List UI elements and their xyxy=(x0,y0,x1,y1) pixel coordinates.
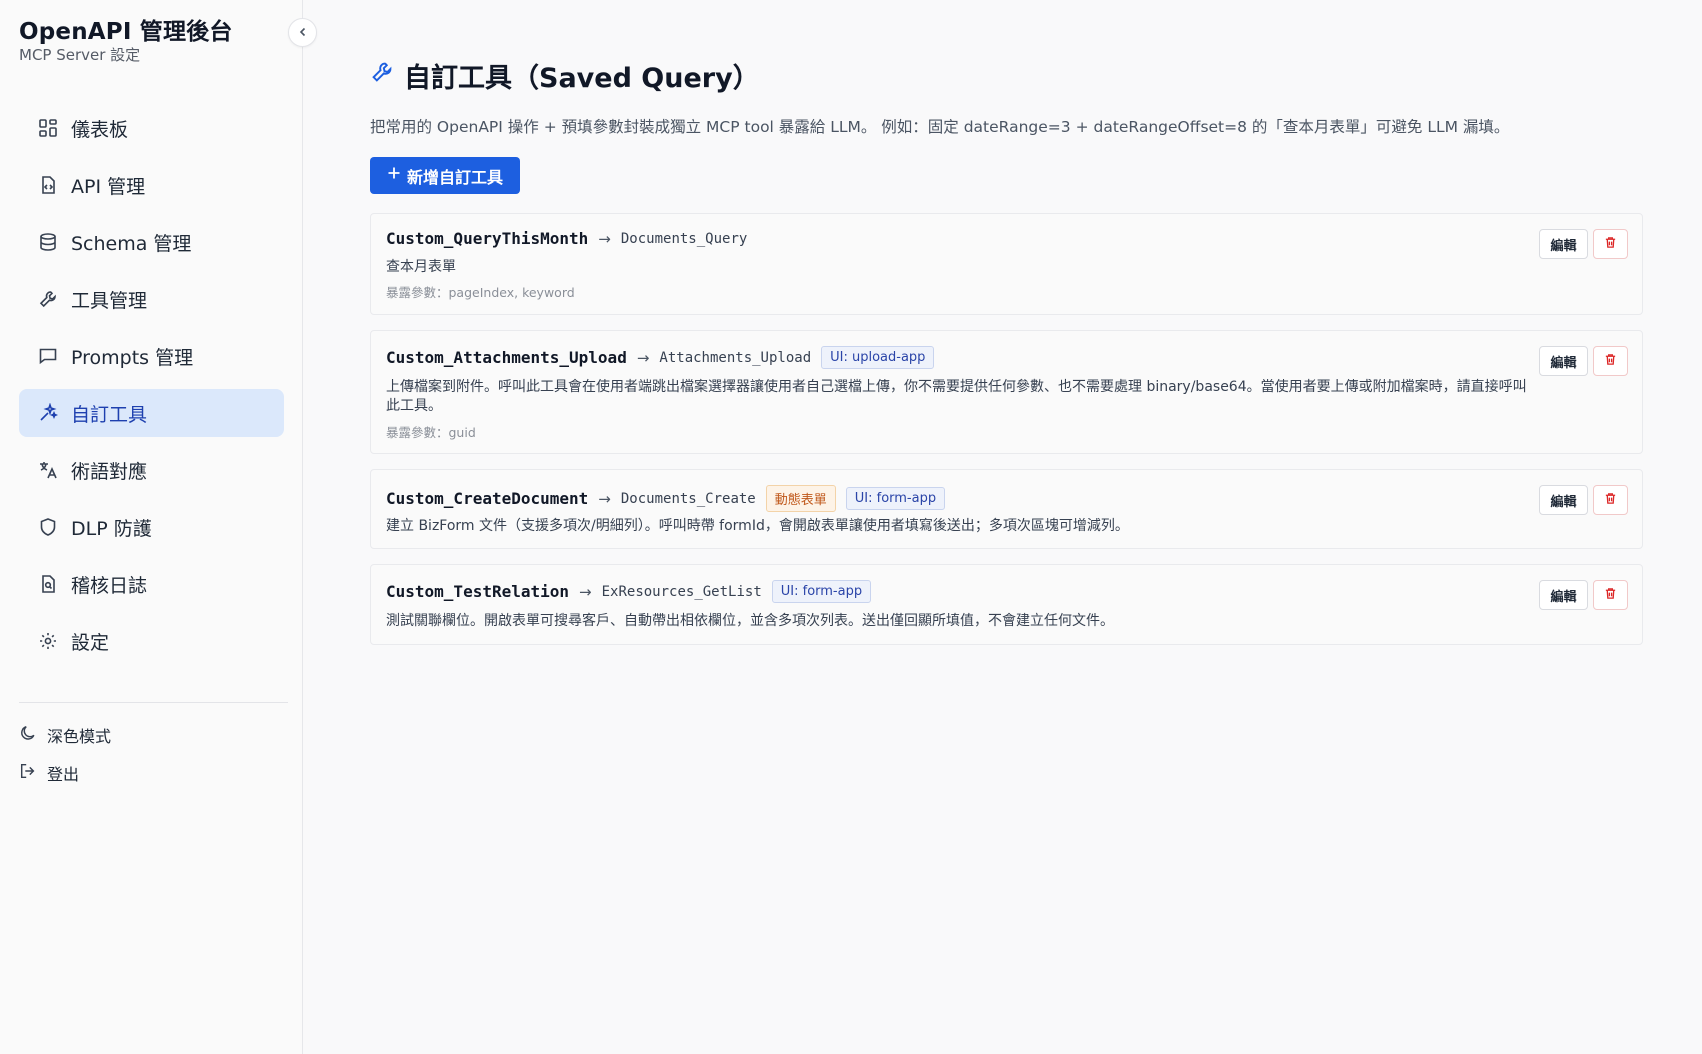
tool-name: Custom_TestRelation xyxy=(386,582,570,601)
shield-icon xyxy=(37,516,59,538)
file-search-icon xyxy=(37,573,59,595)
sidebar: OpenAPI 管理後台 MCP Server 設定 儀表板 API 管理 Sc… xyxy=(0,0,303,1054)
arrow-right-icon: → xyxy=(598,229,611,248)
tool-description: 上傳檔案到附件。呼叫此工具會在使用者端跳出檔案選擇器讓使用者自己選檔上傳，你不需… xyxy=(386,379,1527,414)
sidebar-item-label: DLP 防護 xyxy=(71,517,152,540)
edit-button[interactable]: 編輯 xyxy=(1539,485,1588,515)
logout-label: 登出 xyxy=(47,765,80,784)
sidebar-item-dashboard[interactable]: 儀表板 xyxy=(19,104,284,152)
tool-card-header: Custom_Attachments_Upload → Attachments_… xyxy=(386,346,935,369)
sidebar-item-custom-tools[interactable]: 自訂工具 xyxy=(19,389,284,437)
ui-badge: UI: form-app xyxy=(845,487,946,510)
sidebar-item-settings[interactable]: 設定 xyxy=(19,617,284,665)
sidebar-item-audit[interactable]: 稽核日誌 xyxy=(19,560,284,608)
sidebar-nav: 儀表板 API 管理 Schema 管理 工具管理 Prompts 管理 自訂工… xyxy=(19,104,284,674)
tool-description: 建立 BizForm 文件（支援多項次/明細列）。呼叫時帶 formId，會開啟… xyxy=(386,518,1129,534)
tool-target: Attachments_Upload xyxy=(659,349,812,366)
tool-description: 查本月表單 xyxy=(386,259,456,275)
sidebar-item-prompts[interactable]: Prompts 管理 xyxy=(19,332,284,380)
tool-card-header: Custom_TestRelation → ExResources_GetLis… xyxy=(386,580,872,603)
add-button-label: 新增自訂工具 xyxy=(406,169,503,187)
sidebar-item-label: Schema 管理 xyxy=(71,232,192,255)
tool-description: 測試關聯欄位。開啟表單可搜尋客戶、自動帶出相依欄位，並含多項次列表。送出僅回顯所… xyxy=(386,613,1114,629)
arrow-right-icon: → xyxy=(579,582,592,601)
page-description: 把常用的 OpenAPI 操作 + 預填參數封裝成獨立 MCP tool 暴露給… xyxy=(370,118,1510,136)
dark-mode-toggle[interactable]: 深色模式 xyxy=(19,723,111,747)
tool-name: Custom_CreateDocument xyxy=(386,489,589,508)
page-title: 自訂工具（Saved Query） xyxy=(370,56,760,95)
tool-card: Custom_CreateDocument → Documents_Create… xyxy=(370,469,1643,549)
page-title-text: 自訂工具（Saved Query） xyxy=(404,63,760,94)
trash-icon xyxy=(1604,353,1617,369)
chevron-left-icon xyxy=(297,23,309,42)
add-custom-tool-button[interactable]: 新增自訂工具 xyxy=(370,157,520,194)
sidebar-item-label: 儀表板 xyxy=(71,118,129,141)
sidebar-item-label: 術語對應 xyxy=(71,460,148,483)
file-code-icon xyxy=(37,174,59,196)
sidebar-item-label: 自訂工具 xyxy=(71,403,148,426)
trash-icon xyxy=(1604,587,1617,603)
sidebar-item-schema[interactable]: Schema 管理 xyxy=(19,218,284,266)
sidebar-item-tools[interactable]: 工具管理 xyxy=(19,275,284,323)
edit-button[interactable]: 編輯 xyxy=(1539,580,1588,610)
edit-button[interactable]: 編輯 xyxy=(1539,229,1588,259)
trash-icon xyxy=(1604,492,1617,508)
sparkle-icon xyxy=(37,402,59,424)
tool-target: Documents_Query xyxy=(620,230,748,247)
tool-params: 暴露參數：guid xyxy=(386,425,476,440)
delete-button[interactable] xyxy=(1593,229,1628,259)
tool-target: ExResources_GetList xyxy=(601,583,762,600)
sidebar-item-api[interactable]: API 管理 xyxy=(19,161,284,209)
wrench-icon xyxy=(370,60,394,91)
sidebar-collapse-button[interactable] xyxy=(288,18,317,47)
logout-icon xyxy=(19,762,37,784)
app-title: OpenAPI 管理後台 xyxy=(19,19,233,45)
ui-badge: UI: upload-app xyxy=(821,346,935,369)
moon-icon xyxy=(19,724,37,746)
gear-icon xyxy=(37,630,59,652)
sidebar-divider xyxy=(19,702,288,703)
ui-badge: UI: form-app xyxy=(771,580,872,603)
database-icon xyxy=(37,231,59,253)
trash-icon xyxy=(1604,236,1617,252)
sidebar-item-label: Prompts 管理 xyxy=(71,346,194,369)
tool-target: Documents_Create xyxy=(620,490,756,507)
arrow-right-icon: → xyxy=(636,348,650,367)
translate-icon xyxy=(37,459,59,481)
sidebar-item-label: API 管理 xyxy=(71,175,146,198)
dark-mode-label: 深色模式 xyxy=(47,727,112,746)
tool-card: Custom_Attachments_Upload → Attachments_… xyxy=(370,330,1643,454)
logout-button[interactable]: 登出 xyxy=(19,761,79,785)
tool-card-header: Custom_CreateDocument → Documents_Create… xyxy=(386,485,946,512)
sidebar-item-label: 稽核日誌 xyxy=(71,574,148,597)
plus-icon xyxy=(387,166,401,185)
tool-params: 暴露參數：pageIndex, keyword xyxy=(386,285,575,300)
sidebar-item-glossary[interactable]: 術語對應 xyxy=(19,446,284,494)
tool-card: Custom_QueryThisMonth → Documents_Query … xyxy=(370,213,1643,315)
sidebar-item-label: 設定 xyxy=(71,631,110,654)
delete-button[interactable] xyxy=(1593,485,1628,515)
edit-button[interactable]: 編輯 xyxy=(1539,346,1588,376)
tool-name: Custom_Attachments_Upload xyxy=(386,348,627,367)
main-content: 自訂工具（Saved Query） 把常用的 OpenAPI 操作 + 預填參數… xyxy=(304,0,1702,1054)
arrow-right-icon: → xyxy=(598,489,611,508)
delete-button[interactable] xyxy=(1593,346,1628,376)
chat-icon xyxy=(37,345,59,367)
sidebar-item-label: 工具管理 xyxy=(71,289,148,312)
tool-card-header: Custom_QueryThisMonth → Documents_Query xyxy=(386,229,747,248)
wrench-icon xyxy=(37,288,59,310)
dashboard-icon xyxy=(37,117,59,139)
app-subtitle: MCP Server 設定 xyxy=(19,46,141,64)
sidebar-item-dlp[interactable]: DLP 防護 xyxy=(19,503,284,551)
delete-button[interactable] xyxy=(1593,580,1628,610)
tool-card: Custom_TestRelation → ExResources_GetLis… xyxy=(370,564,1643,645)
tool-name: Custom_QueryThisMonth xyxy=(386,229,589,248)
dynamic-form-badge: 動態表單 xyxy=(765,485,836,512)
